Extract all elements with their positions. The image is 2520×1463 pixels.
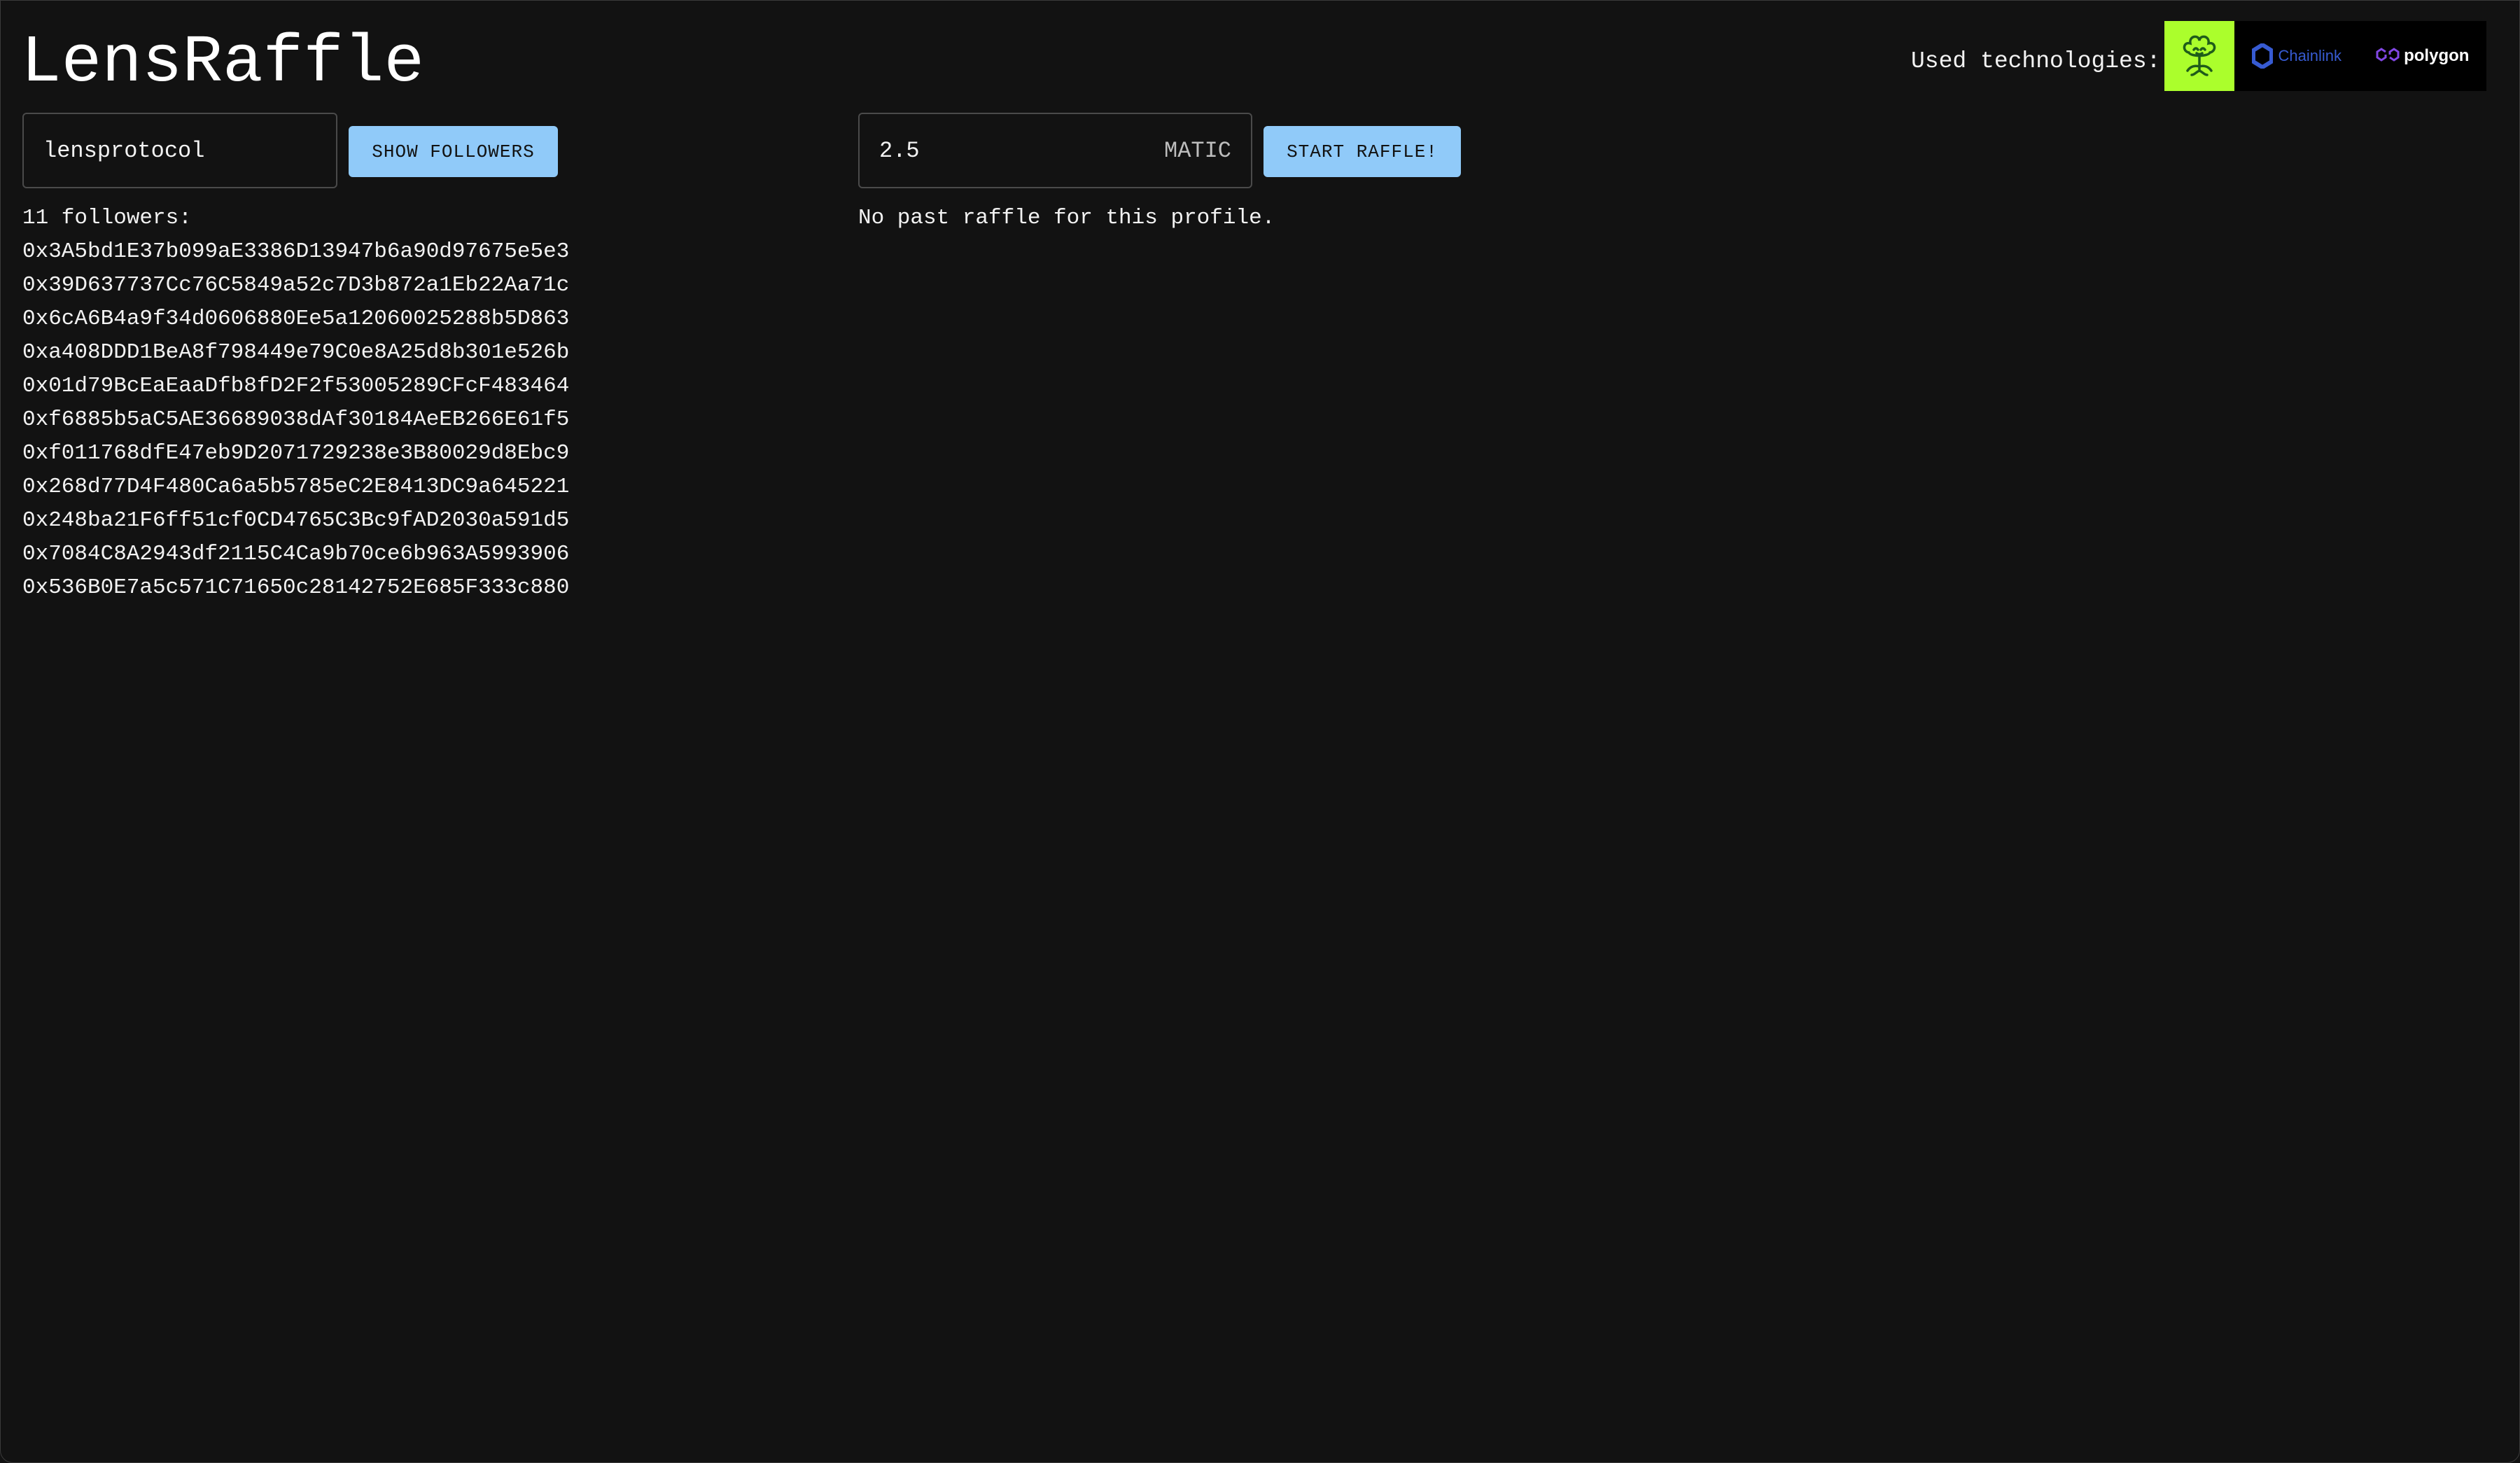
follower-address: 0x3A5bd1E37b099aE3386D13947b6a90d97675e5… xyxy=(22,239,570,264)
technologies-label: Used technologies: xyxy=(1911,48,2161,74)
currency-adornment: MATIC xyxy=(1163,137,1231,164)
profile-handle-input[interactable]: lensprotocol xyxy=(22,113,337,188)
raffle-amount-value: 2.5 xyxy=(879,137,920,164)
profile-handle-value: lensprotocol xyxy=(43,137,205,164)
follower-address: 0x7084C8A2943df2115C4Ca9b70ce6b963A59939… xyxy=(22,542,570,566)
follower-address: 0xa408DDD1BeA8f798449e79C0e8A25d8b301e52… xyxy=(22,340,570,365)
lens-logo xyxy=(2164,21,2234,91)
follower-address: 0x01d79BcEaEaaDfb8fD2F2f53005289CFcF4834… xyxy=(22,374,570,398)
follower-address: 0xf011768dfE47eb9D2071729238e3B80029d8Eb… xyxy=(22,441,570,465)
followers-count: 11 followers: xyxy=(22,206,192,230)
raffle-status: No past raffle for this profile. xyxy=(858,206,1275,230)
page-title: LensRaffle xyxy=(21,24,425,101)
follower-address: 0x6cA6B4a9f34d0606880Ee5a12060025288b5D8… xyxy=(22,307,570,331)
show-followers-button[interactable]: SHOW FOLLOWERS xyxy=(349,126,558,177)
raffle-amount-input[interactable]: 2.5 MATIC xyxy=(858,113,1252,188)
polygon-logo: polygon xyxy=(2376,46,2469,66)
follower-address: 0x248ba21F6ff51cf0CD4765C3Bc9fAD2030a591… xyxy=(22,508,570,533)
chainlink-icon xyxy=(2251,43,2273,69)
follower-address: 0xf6885b5aC5AE36689038dAf30184AeEB266E61… xyxy=(22,407,570,432)
lens-icon xyxy=(2183,35,2216,76)
followers-list: 0x3A5bd1E37b099aE3386D13947b6a90d97675e5… xyxy=(22,235,569,605)
start-raffle-button[interactable]: START RAFFLE! xyxy=(1264,126,1461,177)
follower-address: 0x268d77D4F480Ca6a5b5785eC2E8413DC9a6452… xyxy=(22,475,570,499)
polygon-label: polygon xyxy=(2404,46,2470,65)
chainlink-label: Chainlink xyxy=(2278,47,2342,64)
polygon-icon xyxy=(2376,48,2400,62)
follower-address: 0x39D637737Cc76C5849a52c7D3b872a1Eb22Aa7… xyxy=(22,273,570,298)
chainlink-logo: Chainlink xyxy=(2251,43,2342,69)
follower-address: 0x536B0E7a5c571C71650c28142752E685F333c8… xyxy=(22,575,570,600)
tech-logos: Chainlink polygon xyxy=(2234,21,2486,91)
